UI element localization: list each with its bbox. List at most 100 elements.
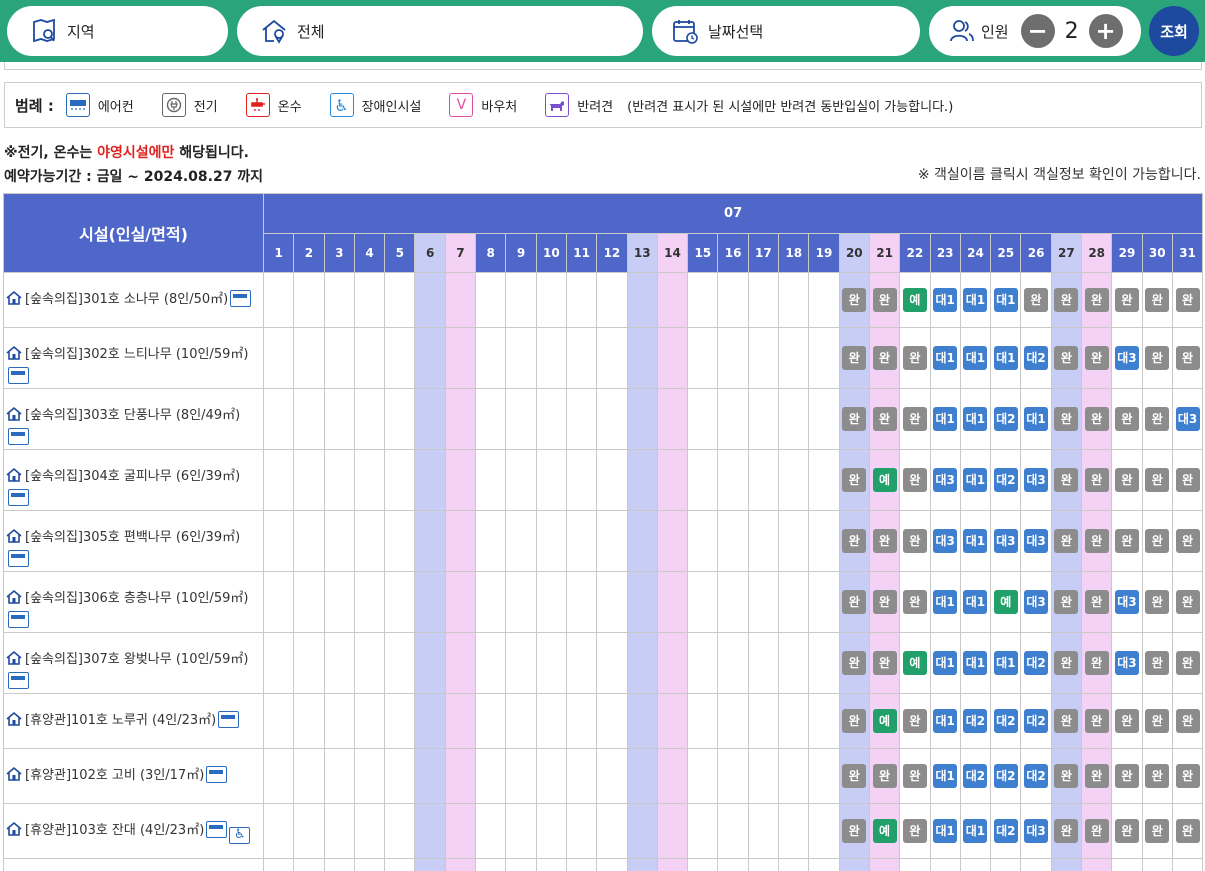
reserve-badge[interactable]: 예 [902,651,927,675]
waitlist-badge[interactable]: 대1 [963,407,988,431]
waitlist-badge[interactable]: 대1 [993,346,1018,370]
waitlist-badge[interactable]: 대2 [993,709,1018,733]
waitlist-badge[interactable]: 대1 [933,819,958,843]
room-name-link[interactable]: [숲속의집]303호 단풍나무 (8인/49㎡) [25,408,240,423]
waitlist-badge[interactable]: 대2 [1024,764,1049,788]
reserve-badge[interactable]: 예 [993,590,1018,614]
room-name-link[interactable]: [숲속의집]302호 느티나무 (10인/59㎡) [25,347,248,362]
waitlist-badge[interactable]: 대1 [1024,407,1049,431]
room-name-cell[interactable]: [숲속의집]302호 느티나무 (10인/59㎡) [3,327,264,389]
room-name-link[interactable]: [숲속의집]301호 소나무 (8인/50㎡) [25,292,228,307]
waitlist-badge[interactable]: 대1 [963,590,988,614]
room-name-cell[interactable]: [숲속의집]305호 편백나무 (6인/39㎡) [3,510,264,572]
reserve-badge[interactable]: 예 [902,288,927,312]
day-cell: 대1 [959,632,992,694]
day-cell [717,449,749,511]
region-select[interactable]: 지역 [7,6,228,56]
reserve-badge[interactable]: 예 [872,819,897,843]
waitlist-badge[interactable]: 대3 [1175,407,1200,431]
day-cell [262,693,295,749]
waitlist-badge[interactable]: 대3 [933,468,958,492]
waitlist-badge[interactable]: 대3 [1024,529,1049,553]
waitlist-badge[interactable]: 대2 [993,468,1018,492]
room-name-cell[interactable]: [숲속의집]307호 왕벚나무 (10인/59㎡) [3,632,264,694]
day-cell [808,510,840,572]
day-cell: 대1 [929,388,961,450]
waitlist-badge[interactable]: 대3 [1114,651,1139,675]
air-conditioner-icon [8,489,29,506]
day-cell [384,858,416,871]
search-submit-button[interactable]: 조회 [1149,6,1199,56]
waitlist-badge[interactable]: 대3 [1024,468,1049,492]
day-cell [656,803,689,859]
waitlist-badge[interactable]: 대1 [933,651,958,675]
waitlist-badge[interactable]: 대1 [963,819,988,843]
waitlist-badge[interactable]: 대1 [993,288,1018,312]
waitlist-badge[interactable]: 대1 [963,651,988,675]
waitlist-badge[interactable]: 대2 [1024,651,1049,675]
room-name-cell[interactable]: [숲속의집]304호 굴피나무 (6인/39㎡) [3,449,264,511]
dog-icon [545,93,570,117]
waitlist-badge[interactable]: 대2 [963,764,988,788]
day-cell [293,693,325,749]
waitlist-badge[interactable]: 대3 [993,529,1018,553]
waitlist-badge[interactable]: 대1 [933,288,958,312]
waitlist-badge[interactable]: 대1 [933,407,958,431]
room-name-cell[interactable]: [숲속의집]303호 단풍나무 (8인/49㎡) [3,388,264,450]
waitlist-badge[interactable]: 대2 [1024,709,1049,733]
waitlist-badge[interactable]: 대3 [1114,346,1139,370]
day-cell [747,693,780,749]
day-cell [384,632,416,694]
room-name-link[interactable]: [숲속의집]307호 왕벚나무 (10인/59㎡) [25,652,248,667]
waitlist-badge[interactable]: 대2 [993,764,1018,788]
day-cell [596,272,628,328]
waitlist-badge[interactable]: 대1 [933,346,958,370]
date-select[interactable]: 날짜선택 [652,6,920,56]
waitlist-badge[interactable]: 대2 [993,819,1018,843]
reserve-badge[interactable]: 예 [872,709,897,733]
waitlist-badge[interactable]: 대1 [963,468,988,492]
status-badge-closed: 완 [1084,651,1109,675]
day-cell [656,327,689,389]
filter-panel-edge [4,62,1202,70]
day-cell [384,510,416,572]
room-name-cell[interactable]: [숲속의집]306호 층층나무 (10인/59㎡) [3,571,264,633]
room-name-link[interactable]: [휴양관]102호 고비 (3인/17㎡) [25,768,204,783]
day-header: 29 [1111,233,1143,273]
room-name-link[interactable]: [숲속의집]305호 편백나무 (6인/39㎡) [25,530,240,545]
waitlist-badge[interactable]: 대1 [933,709,958,733]
category-select[interactable]: 전체 [237,6,643,56]
people-plus-button[interactable]: + [1088,14,1123,48]
people-minus-button[interactable]: − [1020,14,1055,48]
waitlist-badge[interactable]: 대1 [963,346,988,370]
room-name-cell[interactable]: [휴양관]103호 잔대 (4인/23㎡) ♿ [3,803,264,859]
waitlist-badge[interactable]: 대2 [1024,346,1049,370]
waitlist-badge[interactable]: 대1 [993,651,1018,675]
waitlist-badge[interactable]: 대1 [963,288,988,312]
room-name-link[interactable]: [숲속의집]306호 층층나무 (10인/59㎡) [25,591,248,606]
waitlist-badge[interactable]: 대1 [963,529,988,553]
room-name-link[interactable]: [휴양관]101호 노루귀 (4인/23㎡) [25,713,216,728]
room-name-link[interactable]: [숲속의집]304호 굴피나무 (6인/39㎡) [25,469,240,484]
room-name-cell[interactable]: [숲속의집]301호 소나무 (8인/50㎡) [3,272,264,328]
status-badge-closed: 완 [872,590,897,614]
waitlist-badge[interactable]: 대2 [993,407,1018,431]
room-name-cell[interactable]: [휴양관]102호 고비 (3인/17㎡) [3,748,264,804]
room-name-link[interactable]: [휴양관]103호 잔대 (4인/23㎡) [25,823,204,838]
waitlist-badge[interactable]: 대3 [933,529,958,553]
day-cell: 완 [1050,571,1083,633]
reserve-badge[interactable]: 예 [872,468,897,492]
day-cell: 대1 [929,693,961,749]
waitlist-badge[interactable]: 대3 [1024,590,1049,614]
day-cell [444,272,477,328]
room-name-cell[interactable]: [휴양관]101호 노루귀 (4인/23㎡) [3,693,264,749]
waitlist-badge[interactable]: 대2 [963,709,988,733]
waitlist-badge[interactable]: 대1 [933,764,958,788]
day-cell [596,449,628,511]
waitlist-badge[interactable]: 대3 [1024,819,1049,843]
room-name-cell[interactable]: [휴양관]104호 참취 (4인/23㎡)♿ [3,858,264,871]
day-cell: 완 [1141,858,1173,871]
waitlist-badge[interactable]: 대3 [1114,590,1139,614]
day-cell [353,510,386,572]
waitlist-badge[interactable]: 대1 [933,590,958,614]
